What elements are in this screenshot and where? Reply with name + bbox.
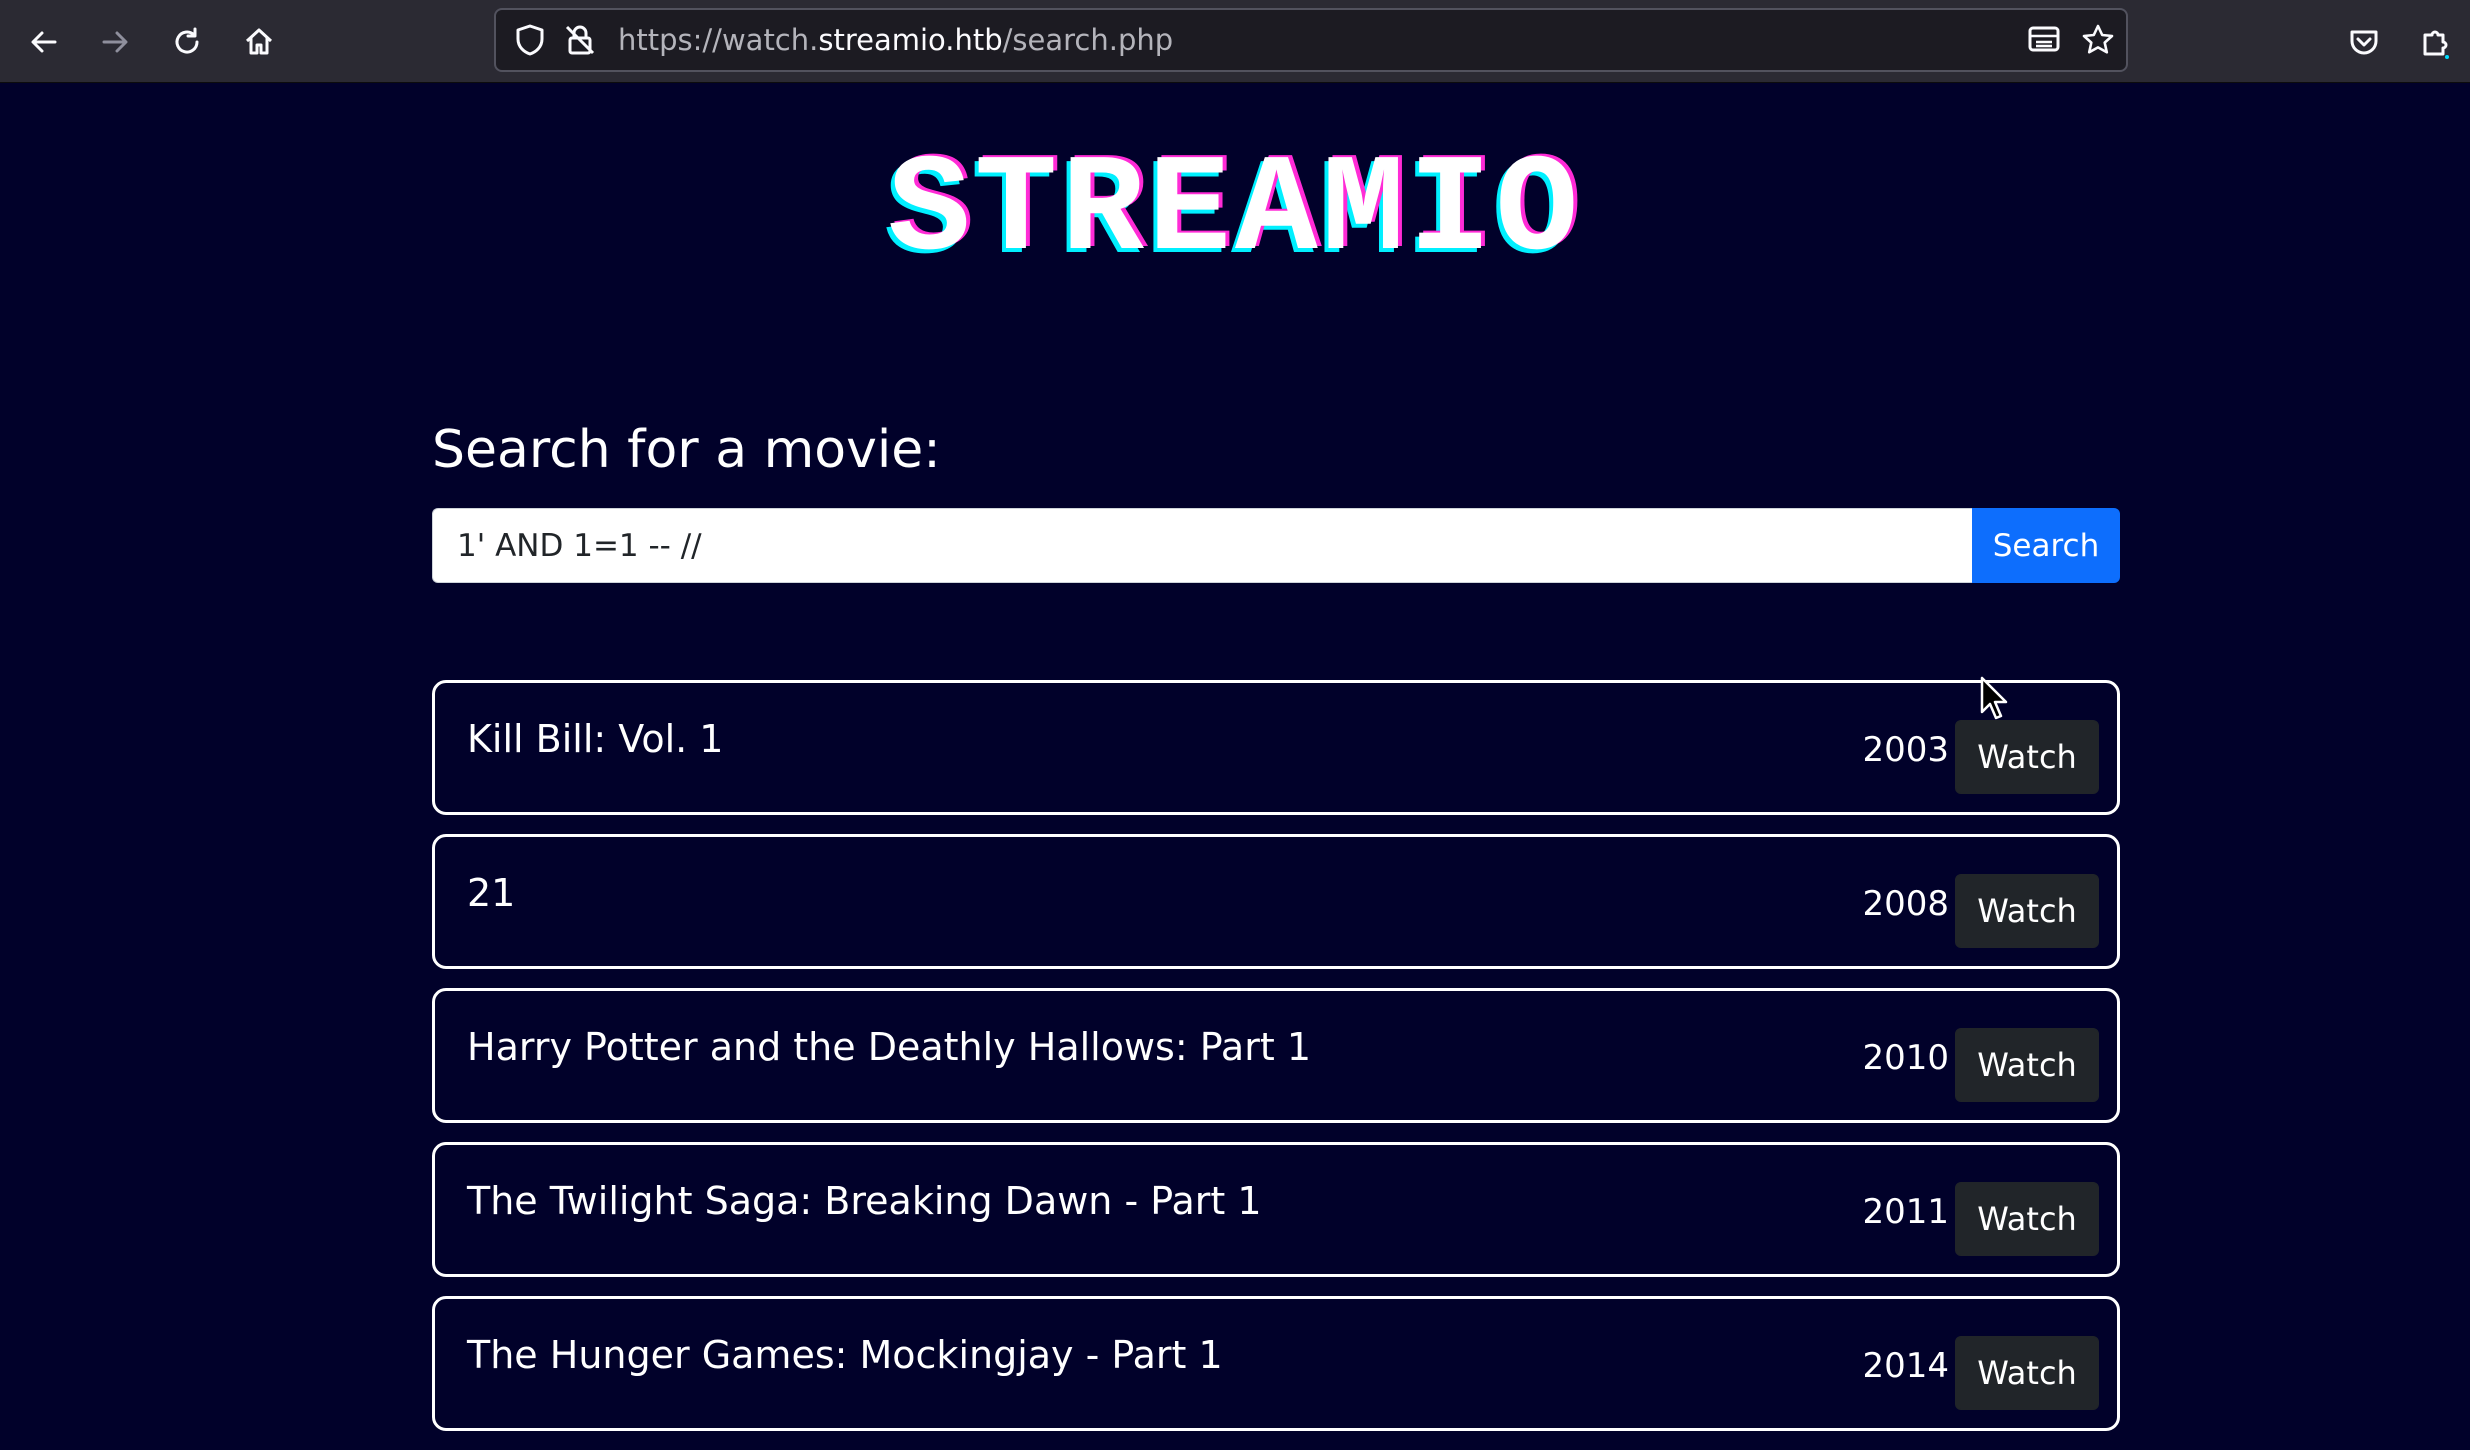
movie-card: 21 2008 Watch — [432, 834, 2120, 969]
watch-button[interactable]: Watch — [1955, 1336, 2099, 1410]
movie-year: 2008 — [1862, 884, 1949, 924]
movie-year: 2010 — [1862, 1038, 1949, 1078]
movie-title: Harry Potter and the Deathly Hallows: Pa… — [467, 1025, 1311, 1069]
pocket-button[interactable] — [2336, 14, 2392, 70]
browser-toolbar: https://watch.streamio.htb/search.php — [0, 0, 2470, 83]
search-button[interactable]: Search — [1972, 508, 2120, 583]
search-heading: Search for a movie: — [432, 420, 941, 480]
movie-card: The Twilight Saga: Breaking Dawn - Part … — [432, 1142, 2120, 1277]
watch-button[interactable]: Watch — [1955, 720, 2099, 794]
movie-title: 21 — [467, 871, 516, 915]
pocket-icon — [2350, 30, 2378, 55]
movie-title: The Hunger Games: Mockingjay - Part 1 — [467, 1333, 1223, 1377]
movie-card: Kill Bill: Vol. 1 2003 Watch — [432, 680, 2120, 815]
movie-title: Kill Bill: Vol. 1 — [467, 717, 724, 761]
reader-view-icon[interactable] — [2026, 22, 2062, 58]
shield-icon[interactable] — [512, 22, 548, 58]
movie-card: Harry Potter and the Deathly Hallows: Pa… — [432, 988, 2120, 1123]
forward-button[interactable] — [87, 14, 143, 70]
arrow-right-icon — [102, 31, 128, 53]
watch-button[interactable]: Watch — [1955, 1182, 2099, 1256]
svg-text:STREAMIO: STREAMIO — [888, 140, 1583, 270]
search-form: Search — [432, 508, 2120, 583]
reload-icon — [175, 27, 199, 54]
address-bar[interactable]: https://watch.streamio.htb/search.php — [494, 8, 2128, 72]
movie-card: The Hunger Games: Mockingjay - Part 1 20… — [432, 1296, 2120, 1431]
watch-button[interactable]: Watch — [1955, 1028, 2099, 1102]
mouse-cursor-icon — [1980, 676, 2008, 720]
puzzle-icon — [2423, 30, 2449, 59]
insecure-lock-icon[interactable] — [562, 22, 598, 58]
reload-button[interactable] — [159, 14, 215, 70]
home-button[interactable] — [231, 14, 287, 70]
url-text[interactable]: https://watch.streamio.htb/search.php — [618, 10, 1173, 70]
movie-year: 2011 — [1862, 1192, 1949, 1232]
movie-title: The Twilight Saga: Breaking Dawn - Part … — [467, 1179, 1262, 1223]
bookmark-star-icon[interactable] — [2080, 22, 2116, 58]
arrow-left-icon — [31, 31, 57, 53]
site-logo: STREAMIO STREAMIO STREAMIO — [0, 132, 2470, 294]
movie-year: 2003 — [1862, 730, 1949, 770]
home-icon — [245, 28, 273, 55]
watch-button[interactable]: Watch — [1955, 874, 2099, 948]
search-input[interactable] — [432, 508, 1972, 583]
streamio-logo: STREAMIO STREAMIO STREAMIO — [884, 132, 1583, 294]
movie-year: 2014 — [1862, 1346, 1949, 1386]
extensions-button[interactable] — [2408, 14, 2464, 70]
results-list: Kill Bill: Vol. 1 2003 Watch 21 2008 Wat… — [432, 680, 2120, 1450]
back-button[interactable] — [16, 14, 72, 70]
